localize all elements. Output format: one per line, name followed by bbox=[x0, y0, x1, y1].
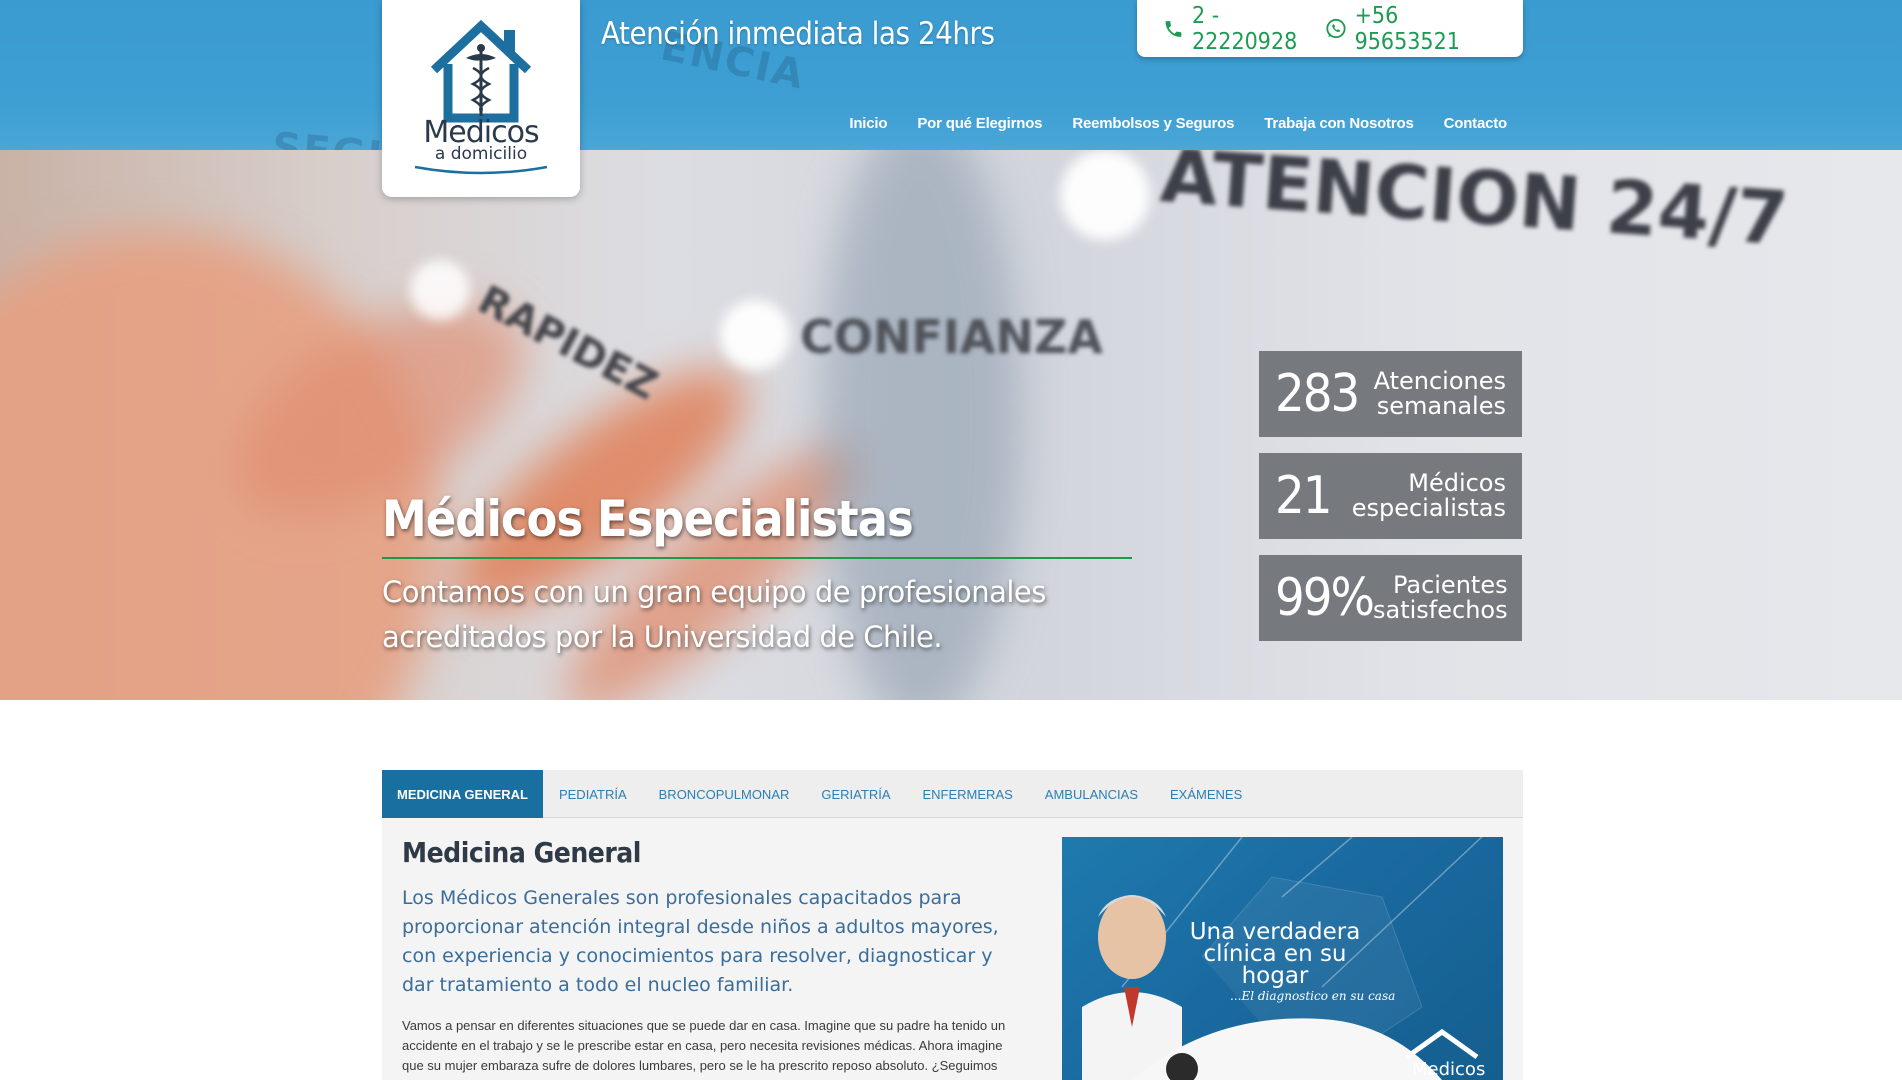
panel-lead: Los Médicos Generales son profesionales … bbox=[402, 887, 999, 996]
tab-geriatria[interactable]: GERIATRÍA bbox=[805, 770, 906, 818]
specialty-tabs: MEDICINA GENERAL PEDIATRÍA BRONCOPULMONA… bbox=[382, 770, 1523, 818]
site-header: SEGU ENCIA Atención inmediata las 24hrs … bbox=[0, 0, 1902, 150]
promo-brand: Medicos bbox=[1412, 1059, 1486, 1080]
tab-broncopulmonar[interactable]: BRONCOPULMONAR bbox=[643, 770, 806, 818]
stat-card-pacientes: 99% Pacientes satisfechos bbox=[1259, 555, 1522, 641]
nav-item-trabaja[interactable]: Trabaja con Nosotros bbox=[1264, 115, 1414, 132]
promo-image: Una verdadera clínica en su hogar ...El … bbox=[1062, 837, 1503, 1080]
hero-title: Médicos Especialistas bbox=[382, 490, 914, 548]
panel-body: Vamos a pensar en diferentes situaciones… bbox=[402, 1018, 1006, 1073]
hero-glow bbox=[410, 260, 470, 320]
whatsapp-number: +56 95653521 bbox=[1354, 2, 1460, 55]
stat-card-atenciones: 283 Atenciones semanales bbox=[1259, 351, 1522, 437]
stat-label: Atenciones semanales bbox=[1373, 367, 1506, 420]
hero-divider bbox=[382, 557, 1132, 559]
stat-label: Médicos especialistas bbox=[1351, 469, 1506, 522]
header-tagline: Atención inmediata las 24hrs bbox=[601, 16, 995, 52]
hero-banner: ATENCION 24/7 CONFIANZA RAPIDEZ Médicos … bbox=[0, 150, 1902, 700]
hero-glow bbox=[720, 300, 790, 370]
stat-label: Pacientes satisfechos bbox=[1372, 571, 1508, 624]
tab-panel: Medicina General Los Médicos Generales s… bbox=[382, 818, 1523, 1080]
tab-enfermeras[interactable]: ENFERMERAS bbox=[907, 770, 1029, 818]
phone-link[interactable]: 2 - 22220928 bbox=[1163, 3, 1325, 55]
panel-title: Medicina General bbox=[402, 836, 641, 869]
nav-item-reembolsos[interactable]: Reembolsos y Seguros bbox=[1072, 115, 1234, 132]
promo-title: Una verdadera clínica en su hogar bbox=[1189, 919, 1361, 989]
contact-box: 2 - 22220928 +56 95653521 bbox=[1137, 0, 1523, 57]
phone-number: 2 - 22220928 bbox=[1191, 2, 1298, 55]
stat-value: 283 bbox=[1275, 364, 1360, 424]
tab-pediatria[interactable]: PEDIATRÍA bbox=[543, 770, 643, 818]
logo-tagline: a domicilio bbox=[434, 144, 528, 164]
hero-glow bbox=[1060, 150, 1150, 240]
hero-word-confianza: CONFIANZA bbox=[800, 310, 1103, 364]
promo-subtitle: ...El diagnostico en su casa bbox=[1230, 989, 1396, 1003]
logo-swoosh-icon bbox=[414, 165, 548, 175]
stat-value: 99% bbox=[1275, 568, 1375, 628]
whatsapp-link[interactable]: +56 95653521 bbox=[1325, 3, 1503, 55]
phone-icon bbox=[1165, 20, 1182, 37]
site-logo[interactable]: Medicos a domicilio bbox=[382, 0, 580, 197]
stat-card-medicos: 21 Médicos especialistas bbox=[1259, 453, 1522, 539]
tab-medicina-general[interactable]: MEDICINA GENERAL bbox=[382, 770, 543, 818]
tab-examenes[interactable]: EXÁMENES bbox=[1154, 770, 1258, 818]
house-caduceus-logo-icon bbox=[430, 19, 532, 123]
hero-subtitle: Contamos con un gran equipo de profesion… bbox=[382, 575, 1046, 654]
tab-ambulancias[interactable]: AMBULANCIAS bbox=[1029, 770, 1154, 818]
hero-word-atencion: ATENCION 24/7 bbox=[1157, 150, 1791, 263]
nav-item-por-que-elegirnos[interactable]: Por qué Elegirnos bbox=[917, 115, 1042, 132]
main-nav: Inicio Por qué Elegirnos Reembolsos y Se… bbox=[849, 115, 1507, 132]
stat-value: 21 bbox=[1275, 466, 1332, 526]
nav-item-contacto[interactable]: Contacto bbox=[1444, 115, 1508, 132]
whatsapp-icon bbox=[1326, 18, 1346, 39]
nav-item-inicio[interactable]: Inicio bbox=[849, 115, 887, 132]
